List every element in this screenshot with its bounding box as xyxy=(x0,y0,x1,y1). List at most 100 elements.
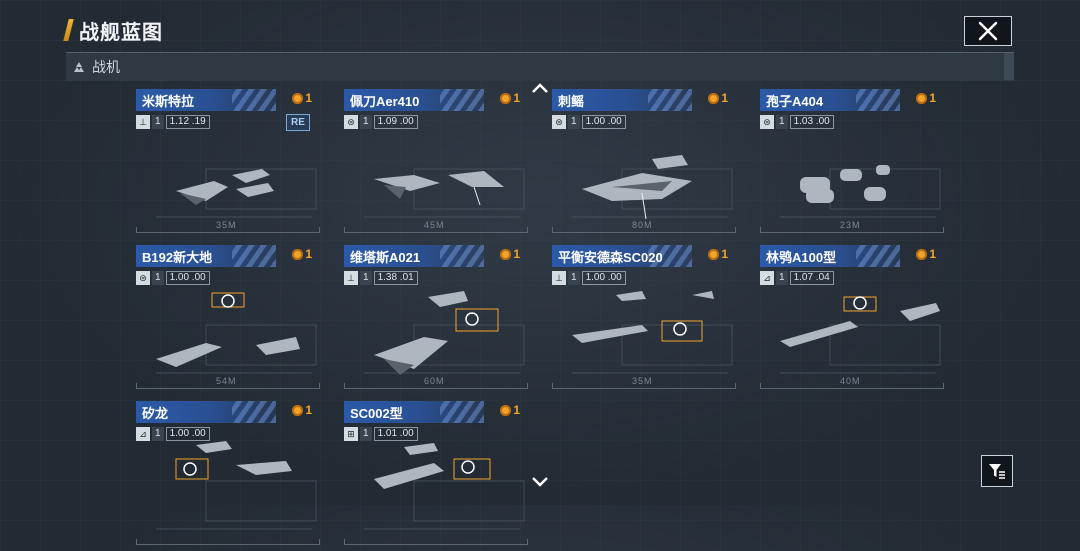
chevron-down-icon[interactable] xyxy=(531,476,549,488)
ship-blueprint-art xyxy=(364,443,525,530)
ship-card[interactable]: 矽龙 1 ⊿ 1 1.00 .00 xyxy=(136,401,320,551)
ship-card[interactable]: 林鸮A100型 1 ⊿ 1 1.07 .04 40M xyxy=(760,245,944,395)
ship-card[interactable]: SC002型 1 ⊞ 1 1.01 .00 xyxy=(344,401,528,551)
cost-icon xyxy=(916,248,928,260)
blueprint-count: 1 xyxy=(360,115,372,129)
blueprint-count: 1 xyxy=(360,271,372,285)
title-accent xyxy=(63,19,74,41)
blueprint-ratio: 1.03 .00 xyxy=(789,115,834,129)
ship-name: B192新大地 xyxy=(142,249,213,265)
cost-icon xyxy=(500,404,512,416)
page-title: 战舰蓝图 xyxy=(79,21,163,44)
cost-badge: 1 xyxy=(292,403,312,417)
cost-value: 1 xyxy=(929,247,936,261)
ship-card[interactable]: 佩刀Aer410 1 ⊜ 1 1.09 .00 45M xyxy=(344,89,528,239)
name-bar-stripes xyxy=(440,89,484,111)
scale-baseline xyxy=(552,383,736,389)
ship-name-bar: B192新大地 xyxy=(136,245,276,267)
cost-badge: 1 xyxy=(500,91,520,105)
ship-name-bar: SC002型 xyxy=(344,401,484,423)
stat-row: ⊥ 1 1.38 .01 xyxy=(344,271,418,285)
ship-name: SC002型 xyxy=(350,405,403,421)
ship-card[interactable]: 刺鳐 1 ⊜ 1 1.00 .00 80M xyxy=(552,89,736,239)
cost-value: 1 xyxy=(305,247,312,261)
blueprint-ratio: 1.00 .00 xyxy=(165,427,210,441)
ship-name: 维塔斯A021 xyxy=(350,249,421,265)
stat-row: ⊞ 1 1.01 .00 xyxy=(344,427,418,441)
name-bar-stripes xyxy=(232,89,276,111)
stat-row: ⊿ 1 1.07 .04 xyxy=(760,271,834,285)
blueprint-count: 1 xyxy=(776,115,788,129)
ship-name-bar: 维塔斯A021 xyxy=(344,245,484,267)
name-bar-stripes xyxy=(856,245,900,267)
ship-blueprint-art xyxy=(364,168,525,218)
name-bar-stripes xyxy=(232,401,276,423)
cost-badge: 1 xyxy=(916,247,936,261)
ship-blueprint-art xyxy=(780,165,941,218)
close-button[interactable] xyxy=(964,16,1012,46)
name-bar-stripes xyxy=(648,89,692,111)
stat-row: ⊥ 1 1.12 .19 xyxy=(136,115,210,129)
cost-value: 1 xyxy=(305,403,312,417)
ship-name-bar: 矽龙 xyxy=(136,401,276,423)
ship-length: 54M xyxy=(216,376,237,386)
cost-icon xyxy=(292,248,304,260)
cost-badge: 1 xyxy=(292,247,312,261)
cost-icon xyxy=(500,248,512,260)
title-area: 战舰蓝图 xyxy=(63,17,163,44)
scale-baseline xyxy=(552,227,736,233)
cost-value: 1 xyxy=(305,91,312,105)
ship-name: 佩刀Aer410 xyxy=(350,93,420,109)
name-bar-stripes xyxy=(440,401,484,423)
name-bar-stripes xyxy=(232,245,276,267)
cost-value: 1 xyxy=(721,247,728,261)
blueprint-ratio: 1.09 .00 xyxy=(373,115,418,129)
ship-card[interactable]: 维塔斯A021 1 ⊥ 1 1.38 .01 60M xyxy=(344,245,528,395)
blueprint-ratio: 1.00 .00 xyxy=(165,271,210,285)
stat-row: ⊥ 1 1.00 .00 xyxy=(552,271,626,285)
blueprint-count: 1 xyxy=(360,427,372,441)
filter-icon xyxy=(989,464,1005,479)
ship-blueprint-art xyxy=(780,296,941,374)
ship-card[interactable]: 米斯特拉 1 ⊥ 1 1.12 .19 RE 35M xyxy=(136,89,320,239)
ship-type-icon: ⊥ xyxy=(344,271,358,285)
ship-card[interactable]: B192新大地 1 ⊜ 1 1.00 .00 54M xyxy=(136,245,320,395)
blueprint-count: 1 xyxy=(152,271,164,285)
scale-baseline xyxy=(136,383,320,389)
ship-blueprint-art xyxy=(364,291,525,375)
ship-length: 23M xyxy=(840,220,861,230)
ship-type-icon: ⊜ xyxy=(760,115,774,129)
filter-button[interactable] xyxy=(981,455,1013,487)
ship-type-icon: ⊜ xyxy=(552,115,566,129)
ship-type-icon: ⊥ xyxy=(552,271,566,285)
blueprint-count: 1 xyxy=(568,115,580,129)
ship-name-bar: 刺鳐 xyxy=(552,89,692,111)
category-endcap xyxy=(1004,53,1014,80)
cost-value: 1 xyxy=(721,91,728,105)
ship-name-bar: 林鸮A100型 xyxy=(760,245,900,267)
cost-icon xyxy=(916,92,928,104)
ship-card[interactable]: 孢子A404 1 ⊜ 1 1.03 .00 23M xyxy=(760,89,944,239)
ship-name-bar: 孢子A404 xyxy=(760,89,900,111)
ship-blueprint-art xyxy=(572,155,733,220)
chevron-up-icon[interactable] xyxy=(531,82,549,94)
blueprint-count: 1 xyxy=(568,271,580,285)
ship-type-icon: ⊿ xyxy=(760,271,774,285)
stat-row: ⊜ 1 1.03 .00 xyxy=(760,115,834,129)
blueprint-ratio: 1.07 .04 xyxy=(789,271,834,285)
cost-icon xyxy=(708,92,720,104)
fighter-icon xyxy=(74,62,84,72)
category-bar[interactable]: 战机 xyxy=(66,52,1014,81)
cost-icon xyxy=(292,404,304,416)
cost-badge: 1 xyxy=(708,91,728,105)
scale-baseline xyxy=(344,539,528,545)
ship-name: 米斯特拉 xyxy=(142,93,195,109)
blueprint-ratio: 1.12 .19 xyxy=(165,115,210,129)
scale-baseline xyxy=(344,227,528,233)
ship-length: 80M xyxy=(632,220,653,230)
name-bar-stripes xyxy=(440,245,484,267)
stat-row: ⊿ 1 1.00 .00 xyxy=(136,427,210,441)
ship-length: 45M xyxy=(424,220,445,230)
ship-card[interactable]: 平衡安德森SC020 1 ⊥ 1 1.00 .00 35M xyxy=(552,245,736,395)
close-icon xyxy=(978,21,998,41)
